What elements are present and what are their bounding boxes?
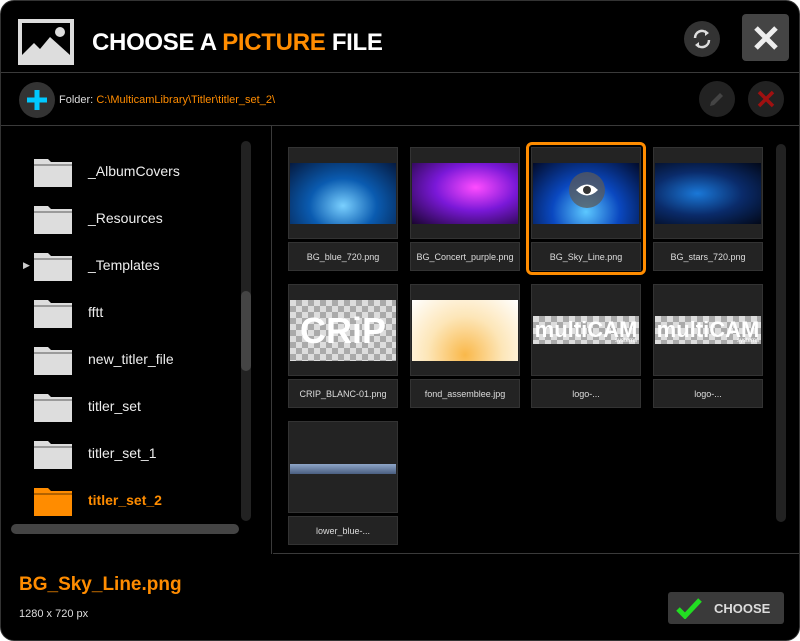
- thumbnail[interactable]: [410, 284, 520, 376]
- folder-label: _Resources: [88, 210, 163, 226]
- file-name: fond_assemblee.jpg: [410, 379, 520, 408]
- delete-icon: [757, 90, 775, 108]
- file-tile[interactable]: CRiP CRIP_BLANC-01.png: [288, 284, 398, 408]
- folder-tree: _AlbumCovers _Resources ▶ _Templates fft…: [1, 126, 272, 554]
- thumbnail[interactable]: CRiP: [288, 284, 398, 376]
- thumbnail[interactable]: multiCAM systems: [531, 284, 641, 376]
- file-tile[interactable]: multiCAM systems logo-...: [653, 284, 763, 408]
- picture-icon: [18, 19, 74, 65]
- delete-button[interactable]: [748, 81, 784, 117]
- thumbnail-image: [412, 163, 518, 224]
- thumbnail[interactable]: [288, 421, 398, 513]
- folder-item[interactable]: fftt: [23, 292, 233, 332]
- header: CHOOSE A PICTURE FILE: [1, 1, 799, 73]
- folder-label: fftt: [88, 304, 104, 320]
- file-name: BG_blue_720.png: [288, 242, 398, 271]
- folder-path: Folder: C:\MulticamLibrary\Titler\titler…: [59, 94, 275, 106]
- folder-icon: [34, 253, 72, 281]
- footer: BG_Sky_Line.png 1280 x 720 px CHOOSE: [1, 554, 799, 640]
- folder-icon: [34, 206, 72, 234]
- thumbnail-image: CRiP: [290, 300, 396, 361]
- folder-label: titler_set_1: [88, 445, 157, 461]
- folder-icon: [34, 488, 72, 516]
- close-icon: [753, 25, 778, 50]
- thumbnail[interactable]: [653, 147, 763, 239]
- tree-vertical-scrollbar[interactable]: [241, 141, 251, 521]
- thumbnail-image: [290, 163, 396, 224]
- folder-item[interactable]: titler_set_1: [23, 433, 233, 473]
- folder-label: Folder:: [59, 94, 94, 106]
- file-name: CRIP_BLANC-01.png: [288, 379, 398, 408]
- grid-scrollbar[interactable]: [776, 144, 786, 522]
- thumbnail-logo-sub: systems: [614, 338, 637, 344]
- folder-icon: [34, 394, 72, 422]
- folder-icon: [34, 347, 72, 375]
- refresh-icon: [693, 29, 711, 49]
- folder-item[interactable]: _AlbumCovers: [23, 151, 233, 191]
- checkmark-icon: [676, 598, 702, 619]
- file-name: logo-...: [653, 379, 763, 408]
- file-tile[interactable]: BG_stars_720.png: [653, 147, 763, 271]
- file-tile[interactable]: multiCAM systems logo-...: [531, 284, 641, 408]
- title-text: CHOOSE A: [92, 29, 223, 56]
- add-folder-button[interactable]: [19, 82, 55, 118]
- title-accent: PICTURE: [222, 29, 326, 56]
- folder-label: _AlbumCovers: [88, 163, 180, 179]
- file-name: BG_stars_720.png: [653, 242, 763, 271]
- folder-path-value: C:\MulticamLibrary\Titler\titler_set_2\: [96, 94, 276, 106]
- file-tile[interactable]: fond_assemblee.jpg: [410, 284, 520, 408]
- selected-file-name: BG_Sky_Line.png: [19, 574, 182, 595]
- close-button[interactable]: [742, 14, 789, 61]
- thumbnail[interactable]: [410, 147, 520, 239]
- tree-horizontal-scrollbar[interactable]: [11, 524, 239, 534]
- file-name: BG_Concert_purple.png: [410, 242, 520, 271]
- selected-file-dimensions: 1280 x 720 px: [19, 608, 89, 620]
- folder-bar: Folder: C:\MulticamLibrary\Titler\titler…: [1, 73, 799, 126]
- file-grid: BG_blue_720.png BG_Concert_purple.png BG…: [273, 126, 799, 554]
- file-tile[interactable]: BG_Sky_Line.png: [526, 142, 646, 275]
- folder-icon: [34, 300, 72, 328]
- file-name: lower_blue-...: [288, 516, 398, 545]
- folder-item[interactable]: titler_set: [23, 386, 233, 426]
- title-text-end: FILE: [325, 29, 383, 56]
- preview-eye-icon[interactable]: [569, 172, 605, 208]
- thumbnail[interactable]: multiCAM systems: [653, 284, 763, 376]
- folder-label: _Templates: [88, 257, 160, 273]
- expand-arrow-icon[interactable]: ▶: [23, 260, 30, 271]
- folder-icon: [34, 159, 72, 187]
- thumbnail[interactable]: [288, 147, 398, 239]
- thumbnail-logo-sub: systems: [736, 338, 759, 344]
- choose-button[interactable]: CHOOSE: [668, 592, 784, 624]
- file-tile[interactable]: BG_Concert_purple.png: [410, 147, 520, 271]
- refresh-button[interactable]: [684, 21, 720, 57]
- choose-label: CHOOSE: [714, 600, 771, 616]
- pencil-icon: [710, 93, 723, 106]
- picture-file-dialog: CHOOSE A PICTURE FILE Folder: C:\Multica…: [0, 0, 800, 641]
- folder-item[interactable]: new_titler_file: [23, 339, 233, 379]
- thumbnail-image: [412, 300, 518, 361]
- edit-button[interactable]: [699, 81, 735, 117]
- file-name: logo-...: [531, 379, 641, 408]
- file-tile[interactable]: BG_blue_720.png: [288, 147, 398, 271]
- folder-label: titler_set: [88, 398, 141, 414]
- folder-item[interactable]: titler_set_2: [23, 480, 233, 520]
- folder-label: titler_set_2: [88, 492, 162, 508]
- thumbnail[interactable]: [531, 147, 641, 239]
- folder-item[interactable]: ▶ _Templates: [23, 245, 233, 285]
- thumbnail-image: [655, 163, 761, 224]
- folder-item[interactable]: _Resources: [23, 198, 233, 238]
- plus-icon: [27, 90, 47, 110]
- thumbnail-image: [290, 464, 396, 474]
- folder-label: new_titler_file: [88, 351, 174, 367]
- thumbnail-image: multiCAM systems: [655, 316, 761, 344]
- folder-icon: [34, 441, 72, 469]
- thumbnail-logo-text: CRiP: [299, 309, 386, 351]
- thumbnail-image: multiCAM systems: [533, 316, 639, 344]
- scrollbar-thumb[interactable]: [241, 291, 251, 371]
- file-tile[interactable]: lower_blue-...: [288, 421, 398, 545]
- dialog-title: CHOOSE A PICTURE FILE: [92, 29, 383, 57]
